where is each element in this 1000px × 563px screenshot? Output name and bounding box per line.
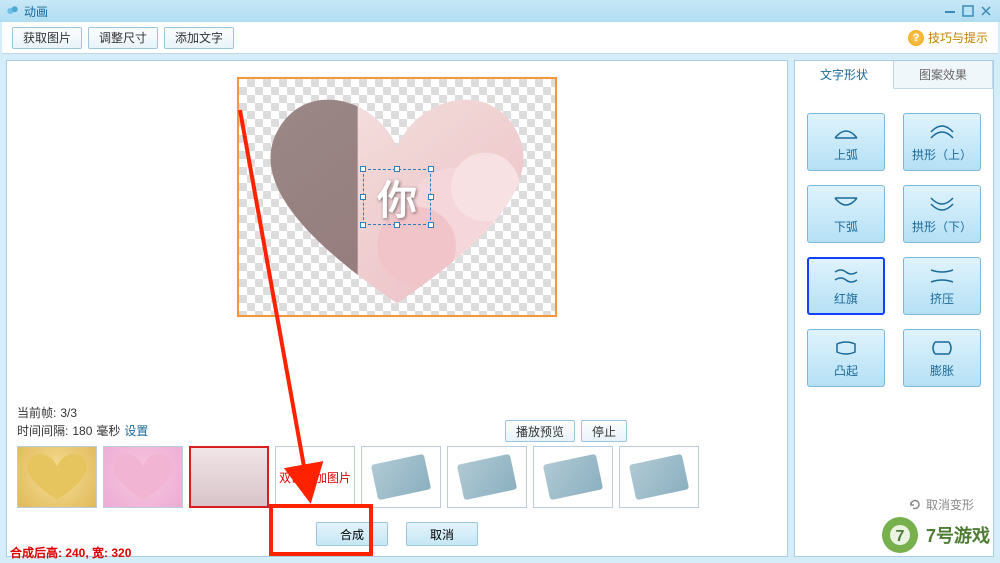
settings-link[interactable]: 设置: [124, 422, 148, 440]
tips-link[interactable]: ? 技巧与提示: [908, 29, 988, 46]
overlay-text: 你: [377, 168, 417, 226]
help-icon: ?: [908, 30, 924, 46]
stop-button[interactable]: 停止: [581, 420, 627, 442]
shape-label: 拱形（上）: [912, 146, 972, 163]
shape-label: 下弧: [834, 218, 858, 235]
window-title: 动画: [24, 3, 48, 20]
shape-up-arc[interactable]: 上弧: [807, 113, 885, 171]
frame-thumb-2[interactable]: [103, 446, 183, 508]
close-button[interactable]: [978, 4, 994, 18]
frame-placeholder-3[interactable]: [533, 446, 613, 508]
shape-expand[interactable]: 膨胀: [903, 329, 981, 387]
tab-pattern-effect[interactable]: 图案效果: [894, 61, 993, 88]
shape-bulge[interactable]: 凸起: [807, 329, 885, 387]
timeline: 播放预览 停止 双击添加图片: [7, 444, 787, 516]
effects-panel: 文字形状 图案效果 上弧 拱形（上） 下弧 拱形（下） 红旗: [794, 60, 994, 557]
play-preview-button[interactable]: 播放预览: [505, 420, 575, 442]
shape-label: 挤压: [930, 290, 954, 307]
svg-text:7: 7: [896, 528, 905, 545]
tips-label: 技巧与提示: [928, 29, 988, 46]
cancel-transform-label: 取消变形: [926, 496, 974, 513]
canvas[interactable]: 你: [237, 77, 557, 317]
toolbar: 获取图片 调整尺寸 添加文字 ? 技巧与提示: [2, 22, 998, 54]
current-frame-value: 3/3: [60, 404, 77, 422]
shape-label: 膨胀: [930, 362, 954, 379]
shape-label: 上弧: [834, 146, 858, 163]
interval-label: 时间间隔:: [17, 422, 68, 440]
watermark-text: 7号游戏: [926, 522, 990, 548]
shape-label: 拱形（下）: [912, 218, 972, 235]
frame-placeholder-2[interactable]: [447, 446, 527, 508]
shape-arch-up[interactable]: 拱形（上）: [903, 113, 981, 171]
frame-placeholder-4[interactable]: [619, 446, 699, 508]
watermark: 7 7号游戏: [880, 515, 990, 555]
highlight-box: [269, 504, 373, 556]
interval-value: 180: [72, 422, 92, 440]
text-overlay[interactable]: 你: [363, 169, 431, 225]
tab-text-shape[interactable]: 文字形状: [795, 61, 894, 89]
shape-down-arc[interactable]: 下弧: [807, 185, 885, 243]
app-icon: [6, 4, 20, 18]
resize-button[interactable]: 调整尺寸: [88, 27, 158, 49]
get-image-button[interactable]: 获取图片: [12, 27, 82, 49]
cancel-button[interactable]: 取消: [406, 522, 478, 546]
shape-squeeze[interactable]: 挤压: [903, 257, 981, 315]
add-text-button[interactable]: 添加文字: [164, 27, 234, 49]
title-bar: 动画: [0, 0, 1000, 22]
frame-info: 当前帧: 3/3 时间间隔: 180 毫秒 设置: [7, 400, 787, 444]
status-text: 合成后高: 240, 宽: 320: [10, 544, 131, 561]
current-frame-label: 当前帧:: [17, 404, 56, 422]
interval-unit: 毫秒: [96, 422, 120, 440]
cancel-transform-link[interactable]: 取消变形: [908, 496, 974, 513]
add-frame-hint[interactable]: 双击添加图片: [275, 446, 355, 508]
editor-panel: 你 当前帧: 3/3 时间间隔: 180 毫秒 设置 播放预览 停止: [6, 60, 788, 557]
shape-label: 红旗: [834, 290, 858, 307]
frame-placeholder-1[interactable]: [361, 446, 441, 508]
maximize-button[interactable]: [960, 4, 976, 18]
shape-flag-selected[interactable]: 红旗: [807, 257, 885, 315]
shape-label: 凸起: [834, 362, 858, 379]
frame-thumb-3-selected[interactable]: [189, 446, 269, 508]
shape-arch-down[interactable]: 拱形（下）: [903, 185, 981, 243]
frame-thumb-1[interactable]: [17, 446, 97, 508]
minimize-button[interactable]: [942, 4, 958, 18]
